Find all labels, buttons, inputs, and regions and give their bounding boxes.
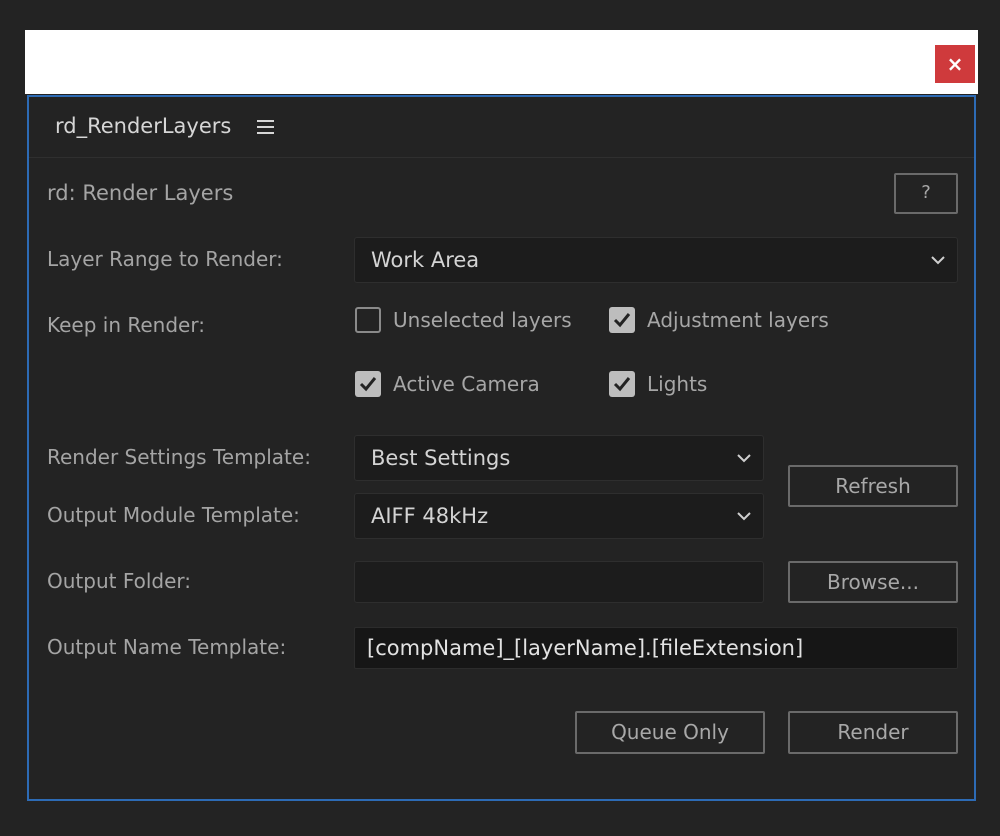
- checkbox-checked-icon: [609, 307, 635, 333]
- unselected-layers-checkbox[interactable]: Unselected layers: [355, 307, 572, 333]
- checkbox-checked-icon: [355, 371, 381, 397]
- output-name-input[interactable]: [compName]_[layerName].[fileExtension]: [354, 627, 958, 669]
- adjustment-layers-checkbox[interactable]: Adjustment layers: [609, 307, 829, 333]
- render-settings-dropdown[interactable]: Best Settings: [354, 435, 764, 481]
- panel-header: rd_RenderLayers: [29, 97, 974, 158]
- browse-button[interactable]: Browse...: [788, 561, 958, 603]
- lights-label: Lights: [647, 372, 708, 396]
- panel-tab-label[interactable]: rd_RenderLayers: [55, 114, 231, 138]
- chevron-down-icon: [931, 256, 945, 265]
- render-layers-panel: rd_RenderLayers rd: Render Layers ? Laye…: [27, 95, 976, 801]
- panel-title: rd: Render Layers: [47, 181, 234, 205]
- checkbox-unchecked-icon: [355, 307, 381, 333]
- render-settings-value: Best Settings: [371, 446, 511, 470]
- hamburger-menu-icon[interactable]: [257, 116, 275, 136]
- output-module-value: AIFF 48kHz: [371, 504, 489, 528]
- output-module-dropdown[interactable]: AIFF 48kHz: [354, 493, 764, 539]
- window-titlebar: [25, 30, 978, 94]
- lights-checkbox[interactable]: Lights: [609, 371, 707, 397]
- output-folder-input[interactable]: [354, 561, 764, 603]
- refresh-button[interactable]: Refresh: [788, 465, 958, 507]
- active-camera-checkbox[interactable]: Active Camera: [355, 371, 540, 397]
- active-camera-label: Active Camera: [393, 372, 540, 396]
- queue-only-button[interactable]: Queue Only: [575, 711, 765, 754]
- output-name-label: Output Name Template:: [47, 635, 287, 659]
- chevron-down-icon: [737, 512, 751, 521]
- chevron-down-icon: [737, 454, 751, 463]
- help-button[interactable]: ?: [894, 173, 958, 214]
- layer-range-dropdown[interactable]: Work Area: [354, 237, 958, 283]
- window-close-button[interactable]: ×: [935, 45, 975, 83]
- render-button[interactable]: Render: [788, 711, 958, 754]
- checkbox-checked-icon: [609, 371, 635, 397]
- keep-in-render-label: Keep in Render:: [47, 313, 205, 337]
- unselected-layers-label: Unselected layers: [393, 308, 572, 332]
- output-folder-label: Output Folder:: [47, 569, 192, 593]
- layer-range-label: Layer Range to Render:: [47, 247, 283, 271]
- adjustment-layers-label: Adjustment layers: [647, 308, 829, 332]
- render-settings-label: Render Settings Template:: [47, 445, 311, 469]
- output-module-label: Output Module Template:: [47, 503, 300, 527]
- layer-range-value: Work Area: [371, 248, 480, 272]
- close-icon: ×: [946, 52, 964, 76]
